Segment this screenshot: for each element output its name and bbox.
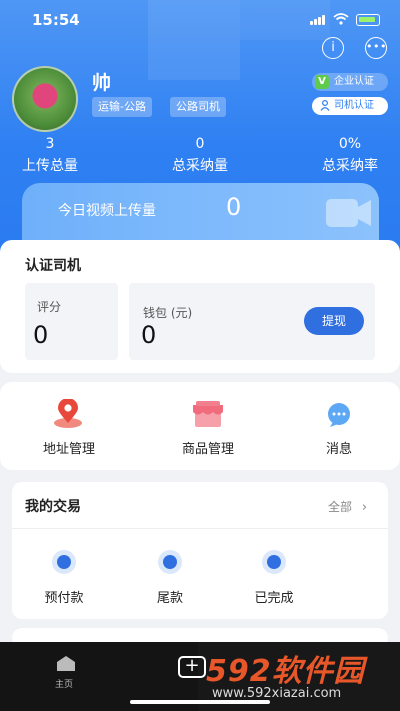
services-card: 地址管理 商品管理 消息 [0, 382, 400, 470]
withdraw-button[interactable]: 提现 [304, 307, 364, 335]
shop-icon [193, 401, 223, 427]
driver-cert-button[interactable]: 司机认证 [312, 97, 388, 115]
stat-upload-total: 3 上传总量 [0, 135, 110, 177]
view-all-link[interactable]: 全部 › [328, 498, 367, 515]
score-value: 0 [33, 321, 49, 349]
enterprise-cert-badge[interactable]: V 企业认证 [312, 73, 388, 91]
info-icon[interactable]: i [322, 37, 344, 59]
wallet-box[interactable]: 钱包 (元) 0 提现 [129, 283, 375, 360]
person-icon [320, 100, 330, 111]
user-tag-industry: 运输-公路 [92, 97, 152, 117]
tab-home-label: 主页 [55, 680, 74, 690]
stat-value: 0 [195, 136, 205, 152]
status-bar: 15:54 [0, 0, 400, 40]
trade-label: 尾款 [156, 591, 183, 606]
stat-label: 上传总量 [22, 158, 78, 174]
watermark-url: www.592xiazai.com [212, 686, 342, 701]
wallet-label: 钱包 (元) [143, 306, 193, 320]
driver-cert-label: 司机认证 [334, 100, 374, 111]
app-root: 15:54 i ••• 帅 运输-公路 公路司机 V 企业认证 司机认证 3 上… [0, 0, 400, 711]
stat-value: 0% [338, 136, 362, 152]
video-upload-label: 今日视频上传量 [58, 203, 156, 219]
trade-label: 预付款 [44, 591, 84, 606]
wallet-icon [52, 550, 76, 574]
user-tag-role: 公路司机 [170, 97, 226, 117]
score-box: 评分 0 [25, 283, 118, 360]
enterprise-cert-label: 企业认证 [334, 76, 374, 87]
home-indicator[interactable] [130, 700, 270, 704]
service-label: 消息 [325, 442, 352, 457]
more-options-icon[interactable]: ••• [365, 37, 387, 59]
message-icon [328, 403, 350, 427]
score-label: 评分 [37, 300, 62, 314]
video-upload-banner[interactable]: 今日视频上传量 0 [22, 183, 379, 243]
view-all-label: 全部 [328, 500, 353, 514]
wallet-value: 0 [141, 321, 157, 349]
chevron-right-icon: › [361, 500, 368, 515]
verified-v-icon: V [315, 75, 329, 89]
driver-card: 认证司机 评分 0 钱包 (元) 0 提现 [0, 240, 400, 373]
transactions-title: 我的交易 [25, 499, 81, 515]
home-icon [57, 656, 75, 671]
stat-adoption-rate: 0% 总采纳率 [290, 135, 400, 177]
wallet-icon [262, 550, 286, 574]
driver-card-title: 认证司机 [25, 258, 81, 274]
service-label: 商品管理 [181, 442, 234, 457]
trade-label: 已完成 [254, 591, 294, 606]
stat-label: 总采纳量 [172, 158, 228, 174]
divider [12, 528, 388, 529]
avatar[interactable] [12, 66, 78, 132]
video-upload-count: 0 [226, 193, 242, 221]
stat-adopted-total: 0 总采纳量 [140, 135, 260, 177]
user-name: 帅 [92, 72, 112, 94]
location-pin-icon [54, 399, 82, 428]
service-label: 地址管理 [42, 442, 95, 457]
stat-value: 3 [45, 136, 55, 152]
signal-icon [310, 15, 326, 25]
transactions-card: 我的交易 全部 › 预付款 尾款 已完成 [12, 482, 388, 619]
status-time: 15:54 [32, 11, 80, 29]
wallet-icon [158, 550, 182, 574]
video-camera-icon [326, 199, 371, 227]
battery-icon [356, 14, 380, 26]
wifi-icon [333, 13, 349, 25]
stat-label: 总采纳率 [322, 158, 378, 174]
watermark-text: 592软件园 [206, 654, 365, 689]
